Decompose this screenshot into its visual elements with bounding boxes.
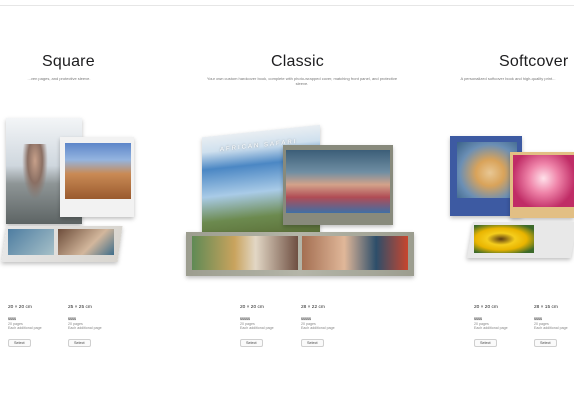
product-classic: Classic Your own custom hardcover book, … [180,0,440,408]
product-title: Softcover [499,53,569,70]
product-description: ...ven pages, and protective sleeve. [27,76,91,81]
option-extra: Each additional page [8,326,42,330]
option-extra: Each additional page [534,326,568,330]
product-square: Square ...ven pages, and protective slee… [0,0,170,408]
product-description: Your own custom hardcover book, complete… [206,76,398,86]
option-extra: Each additional page [301,326,335,330]
option-size: 28 × 22 cm [301,305,325,310]
photo-spread-right [302,236,408,270]
option-size: 28 × 15 cm [534,305,558,310]
select-button[interactable]: Select [534,338,557,347]
product-title: Classic [271,53,324,70]
photo-flower [513,155,574,207]
option-softcover-1: 20 × 20 cm $$$$ 20 pages Each additional… [474,305,530,349]
product-softcover: Softcover A personalized softcover book … [440,0,574,408]
select-button[interactable]: Select [301,338,324,347]
select-button[interactable]: Select [8,338,31,347]
option-square-2: 25 × 25 cm $$$$ 20 pages Each additional… [68,305,124,349]
option-extra: Each additional page [68,326,102,330]
select-button[interactable]: Select [474,338,497,347]
photo-dog [457,142,517,198]
photo-spread-right [58,229,114,255]
option-classic-1: 20 × 20 cm $$$$$ 20 pages Each additiona… [240,305,296,349]
photo-couple [22,144,48,200]
product-description: A personalized softcover book and high-q… [460,76,556,81]
option-size: 20 × 20 cm [474,305,498,310]
select-button[interactable]: Select [240,338,263,347]
photo-family [286,150,390,213]
photo-spread-sunflower [474,225,534,253]
option-size: 20 × 20 cm [240,305,264,310]
option-square-1: 20 × 20 cm $$$$ 20 pages Each additional… [8,305,64,349]
photo-canyon [65,143,131,199]
photo-spread-left [8,229,54,255]
option-softcover-2: 28 × 15 cm $$$$ 20 pages Each additional… [534,305,574,349]
option-size: 20 × 20 cm [8,305,32,310]
option-extra: Each additional page [474,326,508,330]
product-title: Square [42,53,95,70]
option-size: 25 × 25 cm [68,305,92,310]
option-extra: Each additional page [240,326,274,330]
photo-spread-left [192,236,298,270]
select-button[interactable]: Select [68,338,91,347]
option-classic-2: 28 × 22 cm $$$$$ 20 pages Each additiona… [301,305,357,349]
